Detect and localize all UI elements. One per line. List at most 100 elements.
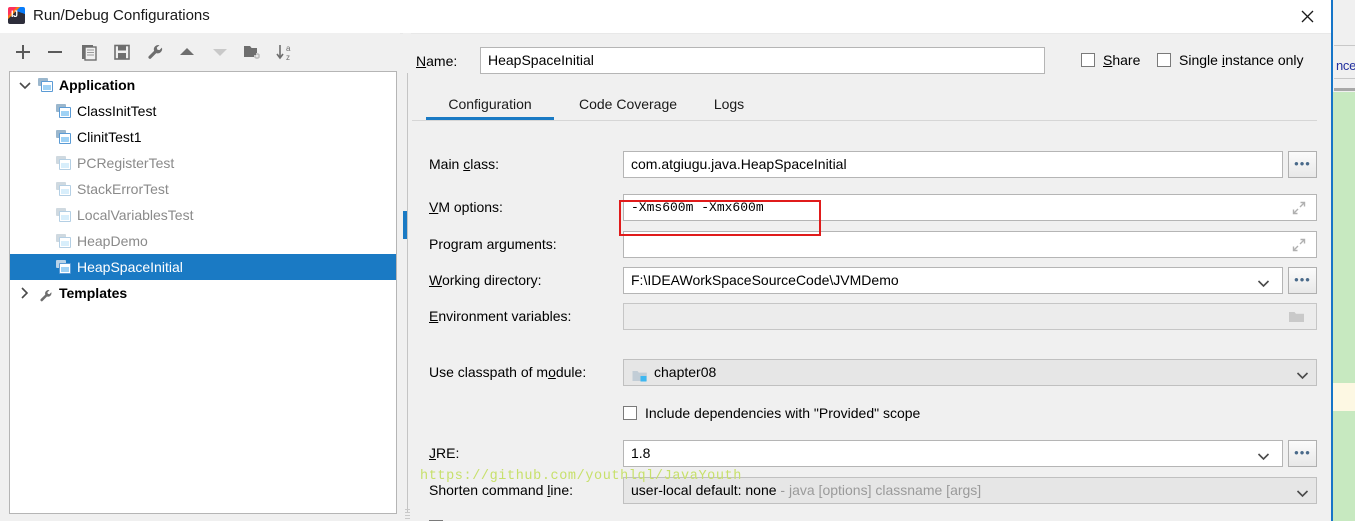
share-checkbox[interactable]: Share — [1081, 51, 1140, 70]
sort-alpha-icon[interactable]: a z — [274, 41, 296, 63]
tree-node-pcregistertest[interactable]: PCRegisterTest — [10, 150, 396, 176]
chevron-down-icon[interactable] — [1257, 449, 1270, 458]
run-debug-configurations-screen: nce IJ Run/Debug Configurations — [0, 0, 1355, 521]
name-label: Name: — [416, 53, 457, 69]
shorten-command-line-value: user-local default: none — [631, 482, 777, 498]
name-input[interactable]: HeapSpaceInitial — [480, 47, 1045, 74]
vm-options-input[interactable]: -Xms600m -Xmx600m — [623, 194, 1317, 221]
tree-node-label: PCRegisterTest — [77, 150, 174, 176]
tree-node-label: HeapSpaceInitial — [77, 254, 183, 280]
close-icon[interactable] — [1285, 0, 1331, 32]
chevron-down-icon[interactable] — [1296, 368, 1309, 377]
include-provided-label: Include dependencies with "Provided" sco… — [645, 405, 920, 421]
program-arguments-label: Program arguments: — [429, 236, 557, 252]
vm-options-label: VM options: — [429, 199, 503, 215]
splitter-accent-marker — [403, 211, 407, 239]
jre-input[interactable]: 1.8 — [623, 440, 1283, 467]
watermark-text: https://github.com/youthlql/JavaYouth — [420, 469, 742, 484]
single-instance-checkbox[interactable]: Single instance only — [1157, 51, 1304, 70]
folder-icon[interactable] — [1288, 309, 1305, 324]
chevron-down-icon[interactable] — [18, 72, 32, 98]
wrench-icon[interactable] — [144, 41, 166, 63]
main-class-browse-button[interactable]: ••• — [1288, 151, 1317, 178]
tree-node-heapspaceinitial[interactable]: HeapSpaceInitial — [10, 254, 396, 280]
tab-logs[interactable]: Logs — [704, 90, 754, 120]
classpath-module-value: chapter08 — [654, 364, 716, 380]
ellipsis-icon: ••• — [1289, 447, 1316, 459]
tree-node-label: StackErrorTest — [77, 176, 169, 202]
chevron-down-icon[interactable] — [1296, 486, 1309, 495]
chevron-down-icon[interactable] — [1257, 276, 1270, 285]
shorten-command-line-label: Shorten command line: — [429, 482, 573, 498]
checkbox-box[interactable] — [1081, 53, 1095, 67]
configurations-toolbar: a z — [0, 33, 400, 70]
main-class-input[interactable]: com.atgiugu.java.HeapSpaceInitial — [623, 151, 1283, 178]
checkbox-box[interactable] — [1157, 53, 1171, 67]
arrow-down-icon[interactable] — [209, 41, 231, 63]
main-class-row: Main class: com.atgiugu.java.HeapSpaceIn… — [412, 151, 1331, 179]
background-divider-2 — [1334, 78, 1355, 79]
vm-options-row: VM options: -Xms600m -Xmx600m — [412, 194, 1331, 222]
dialog-titlebar: IJ Run/Debug Configurations — [0, 0, 1331, 34]
working-directory-browse-button[interactable]: ••• — [1288, 267, 1317, 294]
environment-variables-input[interactable] — [623, 303, 1317, 330]
expand-diagonal-icon[interactable] — [1292, 201, 1306, 215]
jre-browse-button[interactable]: ••• — [1288, 440, 1317, 467]
svg-text:z: z — [286, 53, 290, 62]
classpath-module-label: Use classpath of module: — [429, 364, 586, 380]
copy-icon[interactable] — [78, 41, 100, 63]
tree-node-label: ClinitTest1 — [77, 124, 142, 150]
jre-label: JRE: — [429, 445, 459, 461]
chevron-right-icon[interactable] — [18, 280, 32, 306]
tree-node-label: ClassInitTest — [77, 98, 156, 124]
environment-variables-label: Environment variables: — [429, 308, 571, 324]
new-folder-icon[interactable] — [241, 41, 263, 63]
form-snapshots-row: Enable capturing form snapshots — [412, 515, 1331, 521]
configuration-detail-pane: Name: HeapSpaceInitial Share Single inst… — [412, 33, 1331, 521]
tree-node-label: Templates — [59, 280, 127, 306]
tab-configuration[interactable]: Configuration — [426, 90, 554, 120]
tree-node-heapdemo[interactable]: HeapDemo — [10, 228, 396, 254]
configurations-tree[interactable]: Application ClassInitTest ClinitTest1 PC… — [9, 71, 397, 514]
checkbox-box[interactable] — [623, 406, 637, 420]
main-class-label: Main class: — [429, 156, 499, 172]
environment-variables-row: Environment variables: — [412, 303, 1331, 331]
background-divider-1 — [1334, 45, 1355, 46]
classpath-module-select[interactable]: chapter08 — [623, 359, 1317, 386]
working-directory-row: Working directory: F:\IDEAWorkSpaceSourc… — [412, 267, 1331, 295]
ellipsis-icon: ••• — [1289, 274, 1316, 286]
minus-icon[interactable] — [44, 41, 66, 63]
include-provided-row: Include dependencies with "Provided" sco… — [412, 401, 1331, 429]
background-text-fragment: nce — [1336, 58, 1355, 73]
tabs-underline — [412, 120, 1317, 121]
tree-node-label: HeapDemo — [77, 228, 148, 254]
module-icon — [632, 366, 648, 380]
configuration-tabs: Configuration Code Coverage Logs — [412, 90, 1331, 122]
splitter-grip[interactable] — [405, 509, 410, 521]
tree-node-localvariablestest[interactable]: LocalVariablesTest — [10, 202, 396, 228]
working-directory-label: Working directory: — [429, 272, 542, 288]
dialog-title: Run/Debug Configurations — [33, 7, 210, 24]
expand-diagonal-icon[interactable] — [1292, 238, 1306, 252]
jre-row: JRE: 1.8 ••• — [412, 440, 1331, 468]
tree-node-label: LocalVariablesTest — [77, 202, 193, 228]
ellipsis-icon: ••• — [1289, 158, 1316, 170]
tree-node-clinittest1[interactable]: ClinitTest1 — [10, 124, 396, 150]
tree-node-application[interactable]: Application — [10, 72, 396, 98]
arrow-up-icon[interactable] — [176, 41, 198, 63]
run-debug-configurations-dialog: IJ Run/Debug Configurations — [0, 0, 1333, 521]
save-icon[interactable] — [111, 41, 133, 63]
program-arguments-input[interactable] — [623, 231, 1317, 258]
plus-icon[interactable] — [12, 41, 34, 63]
include-provided-checkbox[interactable]: Include dependencies with "Provided" sco… — [623, 404, 920, 423]
tree-node-stackerrortest[interactable]: StackErrorTest — [10, 176, 396, 202]
panel-splitter[interactable] — [403, 33, 411, 521]
wrench-icon — [38, 286, 54, 301]
tab-code-coverage[interactable]: Code Coverage — [564, 90, 692, 120]
working-directory-input[interactable]: F:\IDEAWorkSpaceSourceCode\JVMDemo — [623, 267, 1283, 294]
svg-text:a: a — [286, 44, 291, 53]
tree-node-templates[interactable]: Templates — [10, 280, 396, 306]
program-arguments-row: Program arguments: — [412, 231, 1331, 259]
tree-node-classinittest[interactable]: ClassInitTest — [10, 98, 396, 124]
tree-node-label: Application — [59, 72, 135, 98]
